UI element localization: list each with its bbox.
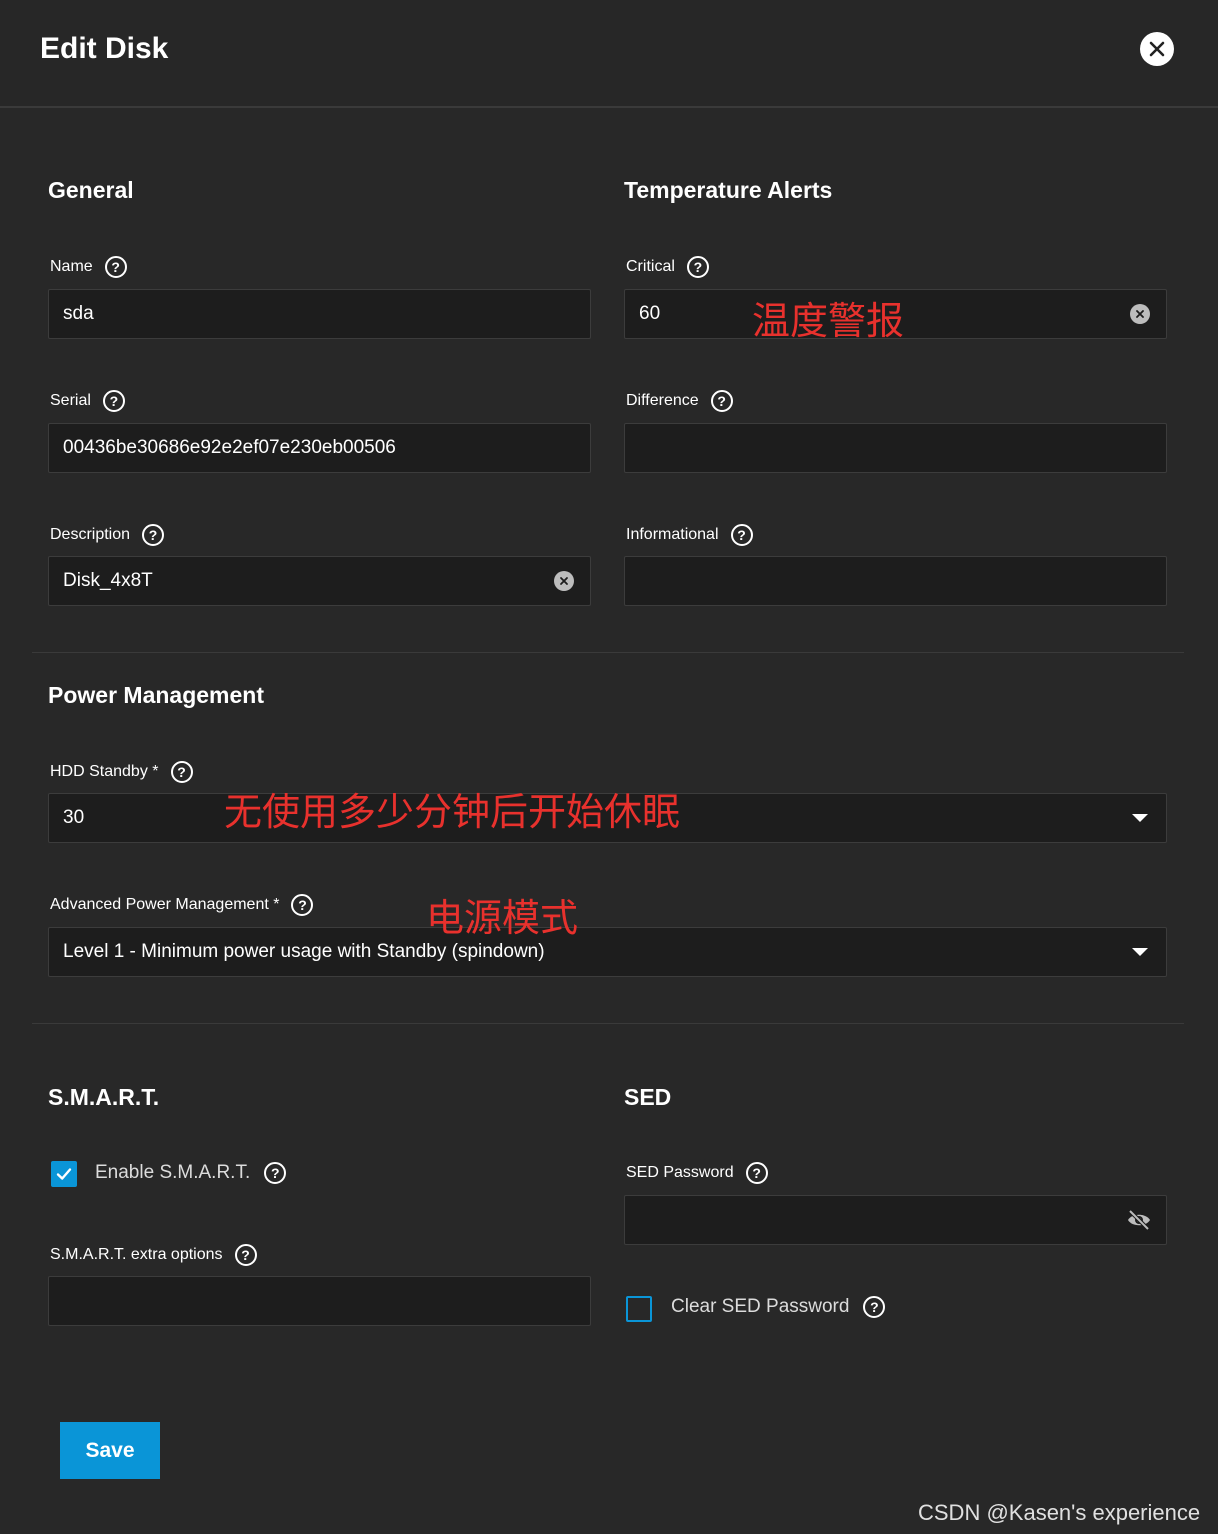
help-icon[interactable]: ? <box>234 1244 257 1266</box>
informational-label-group: Informational ? <box>626 524 753 546</box>
close-button[interactable] <box>1140 32 1174 66</box>
save-button[interactable]: Save <box>60 1422 160 1479</box>
sed-password-label: SED Password <box>626 1164 734 1181</box>
help-icon[interactable]: ? <box>745 1162 768 1184</box>
help-icon[interactable]: ? <box>710 390 733 412</box>
apm-select[interactable]: Level 1 - Minimum power usage with Stand… <box>48 927 1167 977</box>
difference-input[interactable] <box>624 423 1167 473</box>
smart-extra-input[interactable] <box>48 1276 591 1326</box>
help-icon[interactable]: ? <box>291 894 314 916</box>
description-value: Disk_4x8T <box>63 570 153 591</box>
serial-input[interactable]: 00436be30686e92e2ef07e230eb00506 <box>48 423 591 473</box>
chevron-down-icon <box>1132 948 1148 956</box>
enable-smart-label-group: Enable S.M.A.R.T. ? <box>95 1162 287 1184</box>
serial-value: 00436be30686e92e2ef07e230eb00506 <box>63 437 396 458</box>
close-icon <box>1149 41 1165 57</box>
apm-label: Advanced Power Management * <box>50 896 280 913</box>
name-label: Name <box>50 258 93 275</box>
sed-password-input[interactable] <box>624 1195 1167 1245</box>
dialog-header: Edit Disk <box>0 0 1218 108</box>
apm-value: Level 1 - Minimum power usage with Stand… <box>63 941 545 962</box>
enable-smart-checkbox[interactable] <box>51 1161 77 1187</box>
eye-off-icon[interactable] <box>1126 1209 1152 1231</box>
section-title-power: Power Management <box>48 682 264 708</box>
checkmark-icon <box>56 1168 72 1180</box>
description-label: Description <box>50 526 131 543</box>
critical-label-group: Critical ? <box>626 256 709 278</box>
name-input[interactable]: sda <box>48 289 591 339</box>
help-icon[interactable]: ? <box>104 256 127 278</box>
smart-extra-label-group: S.M.A.R.T. extra options ? <box>50 1244 257 1266</box>
informational-label: Informational <box>626 526 719 543</box>
section-title-smart: S.M.A.R.T. <box>48 1084 160 1110</box>
help-icon[interactable]: ? <box>170 761 193 783</box>
watermark: CSDN @Kasen's experience <box>918 1500 1201 1525</box>
clear-sed-checkbox[interactable] <box>626 1296 652 1322</box>
clear-icon[interactable] <box>1130 304 1150 324</box>
help-icon[interactable]: ? <box>264 1162 287 1184</box>
help-icon[interactable]: ? <box>102 390 125 412</box>
annotation-power-mode: 电源模式 <box>426 896 579 940</box>
hdd-standby-label: HDD Standby * <box>50 763 159 780</box>
section-divider <box>32 1023 1184 1024</box>
description-label-group: Description ? <box>50 524 165 546</box>
chevron-down-icon <box>1132 814 1148 822</box>
description-input[interactable]: Disk_4x8T <box>48 556 591 606</box>
enable-smart-label[interactable]: Enable S.M.A.R.T. <box>95 1162 250 1184</box>
difference-label: Difference <box>626 392 699 409</box>
annotation-standby: 无使用多少分钟后开始休眠 <box>224 790 681 834</box>
help-icon[interactable]: ? <box>142 524 165 546</box>
critical-label: Critical <box>626 258 675 275</box>
annotation-temperature: 温度警报 <box>752 299 905 343</box>
difference-label-group: Difference ? <box>626 390 733 412</box>
section-divider <box>32 652 1184 653</box>
name-label-group: Name ? <box>50 256 127 278</box>
smart-extra-label: S.M.A.R.T. extra options <box>50 1246 223 1263</box>
help-icon[interactable]: ? <box>863 1296 886 1318</box>
help-icon[interactable]: ? <box>730 524 753 546</box>
clear-icon[interactable] <box>554 571 574 591</box>
apm-label-group: Advanced Power Management * ? <box>50 894 314 916</box>
help-icon[interactable]: ? <box>686 256 709 278</box>
dialog-title: Edit Disk <box>40 32 169 65</box>
serial-label-group: Serial ? <box>50 390 125 412</box>
clear-sed-label[interactable]: Clear SED Password <box>671 1296 849 1318</box>
section-title-temperature: Temperature Alerts <box>624 177 833 203</box>
serial-label: Serial <box>50 392 91 409</box>
section-title-sed: SED <box>624 1084 672 1110</box>
hdd-standby-label-group: HDD Standby * ? <box>50 761 193 783</box>
name-value: sda <box>63 303 94 324</box>
clear-sed-label-group: Clear SED Password ? <box>671 1296 886 1318</box>
sed-password-label-group: SED Password ? <box>626 1162 768 1184</box>
informational-input[interactable] <box>624 556 1167 606</box>
section-title-general: General <box>48 177 134 203</box>
